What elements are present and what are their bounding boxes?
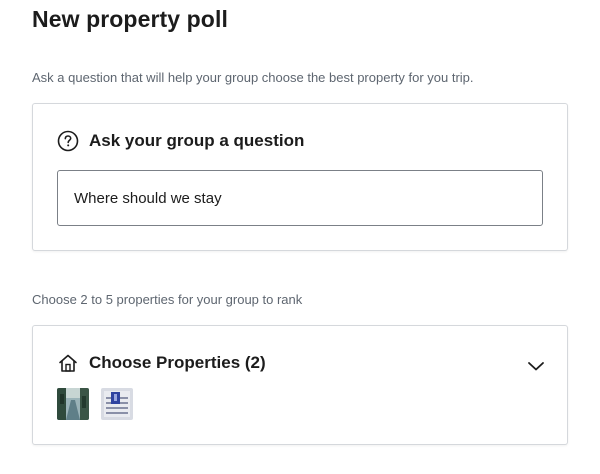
question-card-heading: Ask your group a question [89, 131, 305, 150]
properties-card-heading: Choose Properties (2) [89, 353, 266, 372]
question-card-header: Ask your group a question [57, 130, 304, 152]
question-circle-icon [57, 130, 79, 152]
property-thumbnail-1[interactable] [57, 388, 89, 420]
question-card: Ask your group a question [32, 103, 568, 251]
question-input[interactable] [57, 170, 543, 226]
properties-hint: Choose 2 to 5 properties for your group … [32, 292, 303, 307]
property-thumbnail-2[interactable] [101, 388, 133, 420]
chevron-down-icon[interactable] [527, 359, 545, 371]
properties-card[interactable]: Choose Properties (2) [32, 325, 568, 445]
home-icon [57, 352, 79, 374]
property-thumbnails [57, 388, 133, 420]
page-title: New property poll [32, 6, 228, 32]
page-subtitle: Ask a question that will help your group… [32, 70, 474, 85]
properties-card-header[interactable]: Choose Properties (2) [57, 352, 266, 374]
